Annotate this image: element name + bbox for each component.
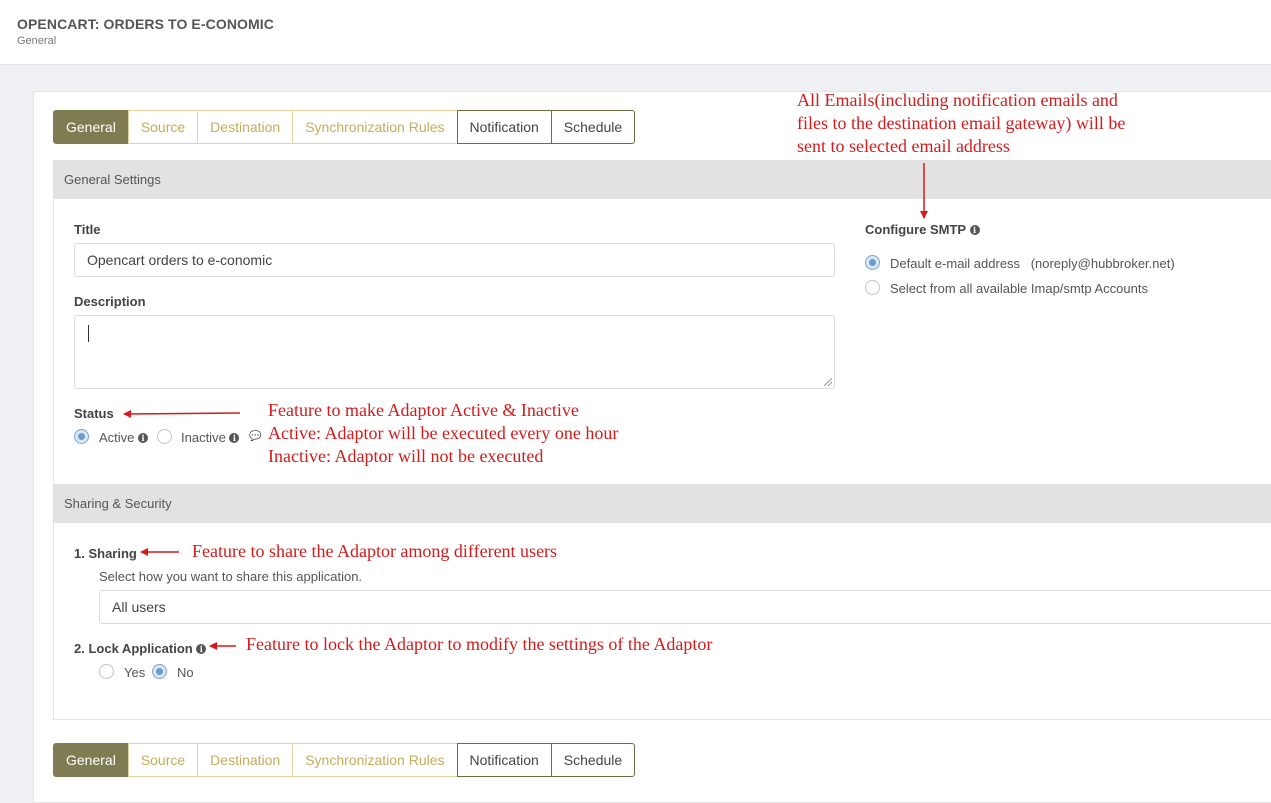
top-bar: OPENCART: ORDERS TO E-CONOMIC General <box>0 0 1271 65</box>
page-title: OPENCART: ORDERS TO E-CONOMIC <box>17 16 274 32</box>
page-subtitle: General <box>17 35 57 47</box>
general-settings-heading: General Settings <box>53 160 1271 199</box>
smtp-accounts-radio[interactable] <box>865 280 880 295</box>
tab-general[interactable]: General <box>53 743 129 777</box>
tab-destination[interactable]: Destination <box>197 743 294 777</box>
status-inactive-label: Inactive i <box>181 430 240 445</box>
smtp-accounts-label: Select from all available Imap/smtp Acco… <box>890 281 1148 296</box>
tab-schedule[interactable]: Schedule <box>550 110 636 144</box>
sharing-hint: Select how you want to share this applic… <box>99 569 363 584</box>
lock-yes-radio[interactable] <box>99 664 114 679</box>
lock-no-label: No <box>177 665 194 680</box>
description-label: Description <box>74 294 146 309</box>
annotation-line: Inactive: Adaptor will not be executed <box>268 446 544 466</box>
tab-notification[interactable]: Notification <box>456 743 552 777</box>
tab-notification[interactable]: Notification <box>456 110 552 144</box>
tab-schedule[interactable]: Schedule <box>550 743 636 777</box>
smtp-default-text: Default e-mail address <box>890 256 1021 271</box>
status-active-radio[interactable] <box>74 429 89 444</box>
tab-source[interactable]: Source <box>127 743 199 777</box>
sharing-security-heading: Sharing & Security <box>53 484 1271 523</box>
tab-destination[interactable]: Destination <box>197 110 294 144</box>
status-active-text: Active <box>99 430 135 445</box>
lock-label: 2. Lock Application i <box>74 641 207 656</box>
smtp-default-label: Default e-mail address (noreply@hubbroke… <box>890 256 1175 271</box>
annotation-line: Active: Adaptor will be executed every o… <box>268 423 619 443</box>
status-inactive-radio[interactable] <box>157 429 172 444</box>
sharing-label: 1. Sharing <box>74 546 137 561</box>
annotation-line: Feature to make Adaptor Active & Inactiv… <box>268 400 579 420</box>
sharing-select[interactable]: All users <box>99 590 1271 624</box>
status-label: Status <box>74 406 114 421</box>
tab-synchronization-rules[interactable]: Synchronization Rules <box>292 110 458 144</box>
text-caret <box>88 325 89 342</box>
status-inactive-text: Inactive <box>181 430 226 445</box>
title-input[interactable]: Opencart orders to e-conomic <box>74 243 835 277</box>
tab-synchronization-rules[interactable]: Synchronization Rules <box>292 743 458 777</box>
sharing-annotation: Feature to share the Adaptor among diffe… <box>192 541 558 561</box>
lock-annotation: Feature to lock the Adaptor to modify th… <box>246 634 713 654</box>
info-icon: i <box>969 225 980 235</box>
description-textarea[interactable] <box>74 315 835 389</box>
title-label: Title <box>74 222 101 237</box>
lock-label-text: 2. Lock Application <box>74 641 193 656</box>
smtp-label-text: Configure SMTP <box>865 222 966 237</box>
smtp-default-address: (noreply@hubbroker.net) <box>1030 256 1175 271</box>
info-icon: i <box>196 644 207 654</box>
info-icon: i <box>229 433 240 443</box>
tab-bar-bottom: General Source Destination Synchronizati… <box>53 743 636 777</box>
tab-source[interactable]: Source <box>127 110 199 144</box>
annotation-line: files to the destination email gateway) … <box>797 113 1126 133</box>
smtp-default-radio[interactable] <box>865 255 880 270</box>
annotation-line: All Emails(including notification emails… <box>797 90 1118 110</box>
tab-general[interactable]: General <box>53 110 129 144</box>
info-icon: i <box>138 433 149 443</box>
smtp-label: Configure SMTP i <box>865 222 980 237</box>
status-active-label: Active i <box>99 430 149 445</box>
tab-bar-top: General Source Destination Synchronizati… <box>53 110 636 144</box>
lock-no-radio[interactable] <box>152 664 167 679</box>
comment-icon[interactable]: 💬 <box>249 431 261 442</box>
lock-yes-label: Yes <box>124 665 146 680</box>
resize-handle-icon[interactable] <box>824 378 832 386</box>
annotation-line: sent to selected email address <box>797 136 1010 156</box>
status-annotation: Feature to make Adaptor Active & Inactiv… <box>268 399 618 468</box>
smtp-annotation: All Emails(including notification emails… <box>797 89 1125 158</box>
